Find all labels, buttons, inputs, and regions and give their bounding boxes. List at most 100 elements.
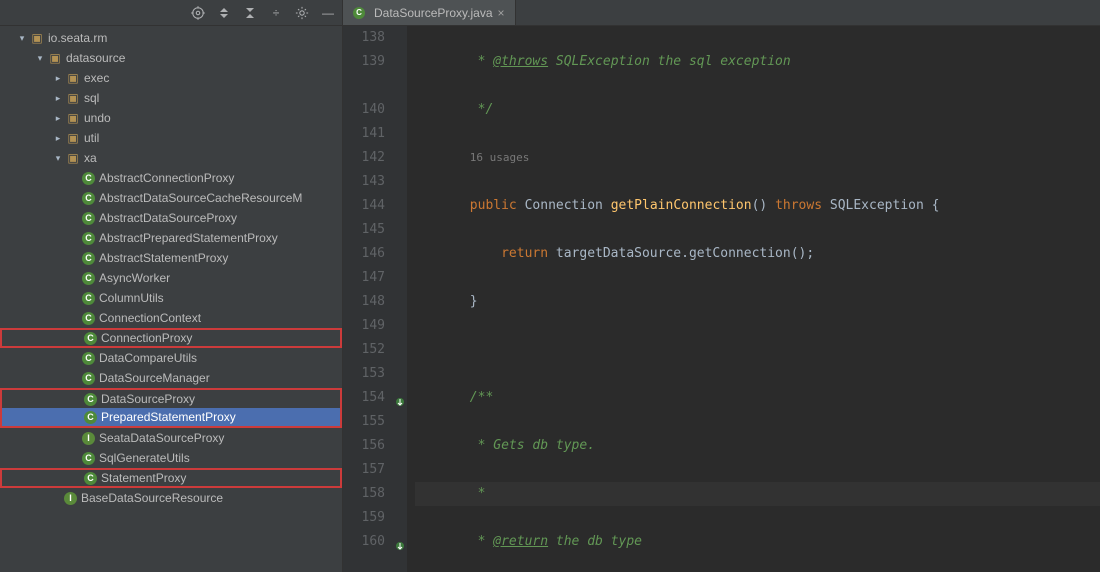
tree-class[interactable]: CDataCompareUtils bbox=[0, 348, 342, 368]
line-number: 159 bbox=[343, 506, 385, 530]
tree-label: undo bbox=[84, 111, 111, 125]
override-gutter-icon[interactable] bbox=[395, 392, 405, 402]
editor-tab[interactable]: C DataSourceProxy.java × bbox=[343, 0, 516, 25]
tree-class-statementproxy[interactable]: C StatementProxy bbox=[0, 468, 342, 488]
folder-icon: ▣ bbox=[66, 111, 80, 125]
tree-folder[interactable]: ▾▣ xa bbox=[0, 148, 342, 168]
chevron-right-icon[interactable]: ▸ bbox=[52, 112, 64, 124]
class-icon: C bbox=[84, 393, 97, 406]
tree-label: AbstractDataSourceProxy bbox=[99, 211, 237, 225]
project-tree[interactable]: ▾ ▣ io.seata.rm ▾ ▣ datasource ▸▣exec ▸▣… bbox=[0, 26, 342, 572]
minimize-icon[interactable]: — bbox=[320, 5, 336, 21]
tree-class-preparedstatementproxy[interactable]: CPreparedStatementProxy bbox=[0, 408, 342, 428]
line-gutter: 138 139 140 141 142 143 144 145 146 147 … bbox=[343, 26, 395, 572]
code-body[interactable]: * @throws SQLException the sql exception… bbox=[407, 26, 1100, 572]
line-number: 143 bbox=[343, 170, 385, 194]
tree-label: AbstractDataSourceCacheResourceM bbox=[99, 191, 302, 205]
line-number: 138 bbox=[343, 26, 385, 50]
override-gutter-icon[interactable] bbox=[395, 536, 405, 546]
code-editor[interactable]: 138 139 140 141 142 143 144 145 146 147 … bbox=[343, 26, 1100, 572]
line-number: 146 bbox=[343, 242, 385, 266]
tree-class[interactable]: C AbstractDataSourceProxy bbox=[0, 208, 342, 228]
line-number: 149 bbox=[343, 314, 385, 338]
editor-main: C DataSourceProxy.java × 138 139 140 141… bbox=[343, 0, 1100, 572]
class-icon: C bbox=[84, 411, 97, 424]
tree-label: StatementProxy bbox=[101, 471, 186, 485]
expand-all-icon[interactable] bbox=[216, 5, 232, 21]
divide-icon[interactable]: ÷ bbox=[268, 5, 284, 21]
folder-icon: ▣ bbox=[66, 71, 80, 85]
tab-bar: C DataSourceProxy.java × bbox=[343, 0, 1100, 26]
line-number: 140 bbox=[343, 98, 385, 122]
line-number: 153 bbox=[343, 362, 385, 386]
tree-label: DataSourceManager bbox=[99, 371, 210, 385]
class-icon: C bbox=[82, 312, 95, 325]
collapse-all-icon[interactable] bbox=[242, 5, 258, 21]
tree-class[interactable]: CAbstractConnectionProxy bbox=[0, 168, 342, 188]
tree-class[interactable]: CConnectionContext bbox=[0, 308, 342, 328]
tree-class[interactable]: CAbstractPreparedStatementProxy bbox=[0, 228, 342, 248]
chevron-down-icon[interactable]: ▾ bbox=[52, 152, 64, 164]
chevron-right-icon[interactable]: ▸ bbox=[52, 72, 64, 84]
folder-icon: ▣ bbox=[66, 131, 80, 145]
tree-class[interactable]: CAsyncWorker bbox=[0, 268, 342, 288]
line-number: 139 bbox=[343, 50, 385, 74]
chevron-right-icon[interactable]: ▸ bbox=[52, 92, 64, 104]
line-number: 144 bbox=[343, 194, 385, 218]
folder-icon: ▣ bbox=[66, 151, 80, 165]
tree-folder[interactable]: ▸▣ undo bbox=[0, 108, 342, 128]
tree-folder[interactable]: ▸▣sql bbox=[0, 88, 342, 108]
interface-icon: I bbox=[82, 432, 95, 445]
class-icon: C bbox=[82, 172, 95, 185]
tree-class[interactable]: CAbstractStatementProxy bbox=[0, 248, 342, 268]
class-icon: C bbox=[353, 7, 365, 19]
settings-icon[interactable] bbox=[294, 5, 310, 21]
target-icon[interactable] bbox=[190, 5, 206, 21]
tree-folder-datasource[interactable]: ▾ ▣ datasource bbox=[0, 48, 342, 68]
tree-class[interactable]: CDataSourceManager bbox=[0, 368, 342, 388]
chevron-down-icon[interactable]: ▾ bbox=[34, 52, 46, 64]
interface-icon: I bbox=[64, 492, 77, 505]
line-number: 145 bbox=[343, 218, 385, 242]
tree-interface[interactable]: I SeataDataSourceProxy bbox=[0, 428, 342, 448]
tree-label: AbstractStatementProxy bbox=[99, 251, 228, 265]
line-number: 160 bbox=[343, 530, 385, 554]
line-number: 155 bbox=[343, 410, 385, 434]
class-icon: C bbox=[84, 332, 97, 345]
tree-label: BaseDataSourceResource bbox=[81, 491, 223, 505]
usages-hint[interactable]: 16 usages bbox=[470, 151, 530, 164]
folder-icon: ▣ bbox=[30, 31, 44, 45]
tree-class[interactable]: C AbstractDataSourceCacheResourceM bbox=[0, 188, 342, 208]
line-number: 157 bbox=[343, 458, 385, 482]
class-icon: C bbox=[82, 212, 95, 225]
class-icon: C bbox=[82, 452, 95, 465]
close-icon[interactable]: × bbox=[498, 6, 505, 20]
tree-folder[interactable]: ▸▣util bbox=[0, 128, 342, 148]
chevron-down-icon[interactable]: ▾ bbox=[16, 32, 28, 44]
line-number: 147 bbox=[343, 266, 385, 290]
tree-label: DataSourceProxy bbox=[101, 392, 195, 406]
line-number: 148 bbox=[343, 290, 385, 314]
tree-label: xa bbox=[84, 151, 97, 165]
tree-package-root[interactable]: ▾ ▣ io.seata.rm bbox=[0, 28, 342, 48]
line-number: 152 bbox=[343, 338, 385, 362]
class-icon: C bbox=[82, 352, 95, 365]
line-number: 156 bbox=[343, 434, 385, 458]
class-icon: C bbox=[82, 192, 95, 205]
tree-label: SeataDataSourceProxy bbox=[99, 431, 224, 445]
folder-icon: ▣ bbox=[66, 91, 80, 105]
line-number: 154 bbox=[343, 386, 385, 410]
class-icon: C bbox=[82, 232, 95, 245]
tree-class[interactable]: CSqlGenerateUtils bbox=[0, 448, 342, 468]
tree-folder[interactable]: ▸▣exec bbox=[0, 68, 342, 88]
tree-class-datasourceproxy[interactable]: C DataSourceProxy bbox=[0, 388, 342, 408]
chevron-right-icon[interactable]: ▸ bbox=[52, 132, 64, 144]
gutter-marks bbox=[395, 26, 407, 572]
tree-label: datasource bbox=[66, 51, 125, 65]
class-icon: C bbox=[84, 472, 97, 485]
tree-interface[interactable]: I BaseDataSourceResource bbox=[0, 488, 342, 508]
tree-class-connectionproxy[interactable]: CConnectionProxy bbox=[0, 328, 342, 348]
tree-class[interactable]: CColumnUtils bbox=[0, 288, 342, 308]
tree-label: io.seata.rm bbox=[48, 31, 107, 45]
folder-icon: ▣ bbox=[48, 51, 62, 65]
